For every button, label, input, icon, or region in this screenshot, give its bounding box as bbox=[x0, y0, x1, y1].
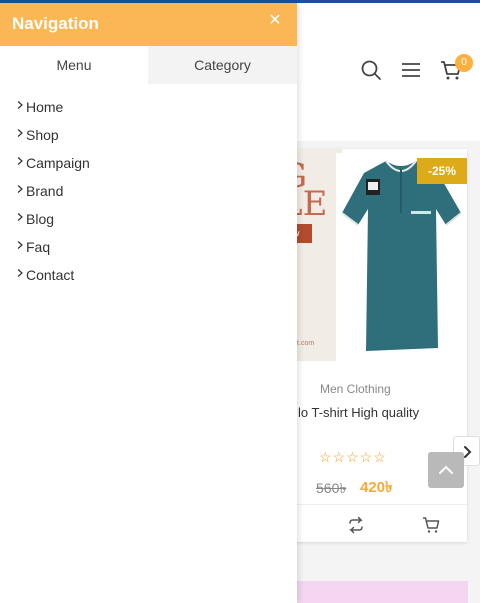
menu-item-label: Home bbox=[26, 99, 64, 115]
chevron-right-icon bbox=[17, 185, 23, 193]
menu-item-contact[interactable]: Contact bbox=[0, 266, 297, 294]
menu-item-label: Brand bbox=[26, 183, 64, 199]
chevron-up-icon bbox=[439, 465, 453, 474]
product-category[interactable]: Men Clothing bbox=[320, 382, 391, 396]
close-icon[interactable]: ✕ bbox=[266, 12, 284, 30]
bottom-promo-banner bbox=[297, 581, 468, 603]
menu-item-campaign[interactable]: Campaign bbox=[0, 154, 297, 182]
menu-item-shop[interactable]: Shop bbox=[0, 126, 297, 154]
menu-item-label: Campaign bbox=[26, 155, 90, 171]
discount-badge: -25% bbox=[417, 158, 467, 184]
chevron-right-icon bbox=[17, 269, 23, 277]
chevron-right-icon bbox=[17, 101, 23, 109]
menu-item-home[interactable]: Home bbox=[0, 98, 297, 126]
menu-item-faq[interactable]: Faq bbox=[0, 238, 297, 266]
drawer-title: Navigation bbox=[12, 14, 99, 33]
chevron-right-icon bbox=[17, 129, 23, 137]
chevron-right-icon bbox=[17, 241, 23, 249]
navigation-drawer: Navigation ✕ Menu Category Home Shop Cam… bbox=[0, 3, 297, 603]
new-price: 420৳ bbox=[360, 479, 393, 496]
drawer-tabs: Menu Category bbox=[0, 46, 297, 84]
cart-count-badge: 0 bbox=[455, 54, 473, 72]
scroll-to-top-button[interactable] bbox=[428, 452, 464, 488]
menu-item-label: Faq bbox=[26, 239, 51, 255]
product-title[interactable]: lo T-shirt High quality bbox=[298, 405, 419, 420]
tab-menu[interactable]: Menu bbox=[0, 46, 148, 84]
old-price: 560৳ bbox=[316, 480, 347, 496]
rating-stars: ☆☆☆☆☆ bbox=[319, 449, 387, 465]
menu-item-blog[interactable]: Blog bbox=[0, 210, 297, 238]
menu-item-label: Blog bbox=[26, 211, 55, 227]
hamburger-menu-icon[interactable] bbox=[400, 59, 422, 81]
tab-category[interactable]: Category bbox=[148, 46, 297, 84]
menu-item-label: Contact bbox=[26, 267, 75, 283]
menu-item-label: Shop bbox=[26, 127, 59, 143]
product-image-polo-shirt[interactable] bbox=[336, 153, 467, 363]
drawer-menu-list: Home Shop Campaign Brand Blog Faq Contac… bbox=[0, 98, 297, 294]
search-icon[interactable] bbox=[360, 59, 382, 81]
menu-item-brand[interactable]: Brand bbox=[0, 182, 297, 210]
drawer-header: Navigation ✕ bbox=[0, 3, 297, 46]
add-to-cart-icon[interactable] bbox=[422, 516, 440, 534]
chevron-right-icon bbox=[17, 213, 23, 221]
chevron-right-icon bbox=[17, 157, 23, 165]
compare-icon[interactable] bbox=[347, 516, 365, 534]
